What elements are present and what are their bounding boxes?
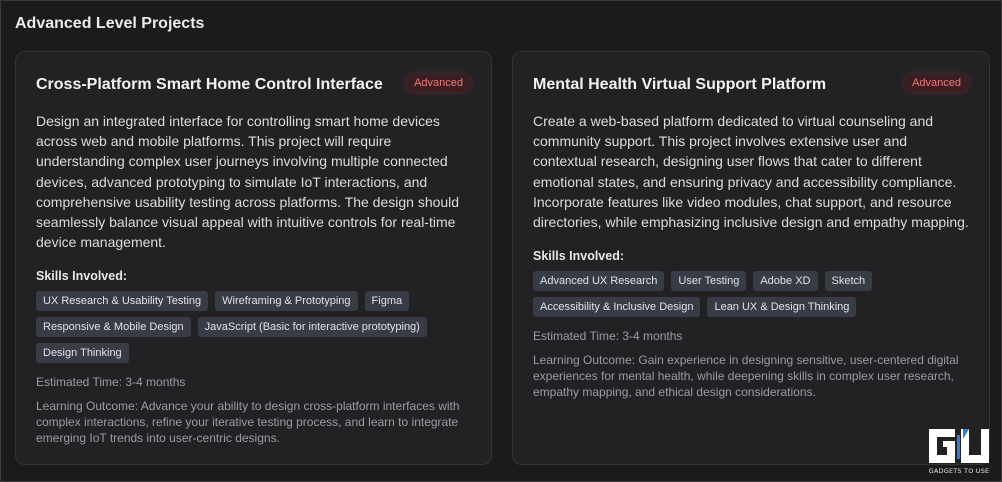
project-title: Mental Health Virtual Support Platform	[533, 76, 827, 93]
gadgets-to-use-logo-icon	[929, 429, 989, 463]
project-title: Cross-Platform Smart Home Control Interf…	[36, 76, 383, 93]
project-card: Mental Health Virtual Support Platform A…	[512, 51, 990, 465]
section-title: Advanced Level Projects	[15, 15, 205, 32]
skill-chip: Design Thinking	[36, 343, 129, 364]
skill-chip: Figma	[364, 291, 410, 312]
project-card: Cross-Platform Smart Home Control Interf…	[15, 51, 492, 465]
project-description: Design an integrated interface for contr…	[36, 113, 460, 251]
skill-chip: Advanced UX Research	[533, 271, 665, 292]
skill-chip: Sketch	[824, 271, 873, 292]
skill-chip: UX Research & Usability Testing	[36, 291, 209, 312]
skill-chip: Adobe XD	[753, 271, 818, 292]
card-header: Mental Health Virtual Support Platform A…	[533, 74, 969, 94]
skills-label: Skills Involved:	[533, 249, 625, 264]
level-badge: Advanced	[904, 74, 969, 92]
skill-chip: Accessibility & Inclusive Design	[533, 297, 701, 318]
skills-list: UX Research & Usability Testing Wirefram…	[36, 291, 471, 364]
skills-label: Skills Involved:	[36, 269, 128, 284]
watermark-logo-icon: GADGETS TO USE	[925, 425, 993, 475]
project-description: Create a web-based platform dedicated to…	[533, 113, 969, 231]
estimated-time: Estimated Time: 3-4 months	[36, 375, 186, 390]
watermark-caption: GADGETS TO USE	[928, 467, 990, 475]
learning-outcome: Learning Outcome: Gain experience in des…	[533, 353, 959, 400]
skills-list: Advanced UX Research User Testing Adobe …	[533, 271, 969, 318]
level-badge: Advanced	[406, 74, 471, 92]
skill-chip: Lean UX & Design Thinking	[707, 297, 857, 318]
card-header: Cross-Platform Smart Home Control Interf…	[36, 74, 471, 94]
estimated-time: Estimated Time: 3-4 months	[533, 329, 683, 344]
learning-outcome: Learning Outcome: Advance your ability t…	[36, 399, 460, 446]
skill-chip: JavaScript (Basic for interactive protot…	[197, 317, 427, 338]
skill-chip: Wireframing & Prototyping	[215, 291, 358, 312]
skill-chip: Responsive & Mobile Design	[36, 317, 191, 338]
skill-chip: User Testing	[671, 271, 747, 292]
